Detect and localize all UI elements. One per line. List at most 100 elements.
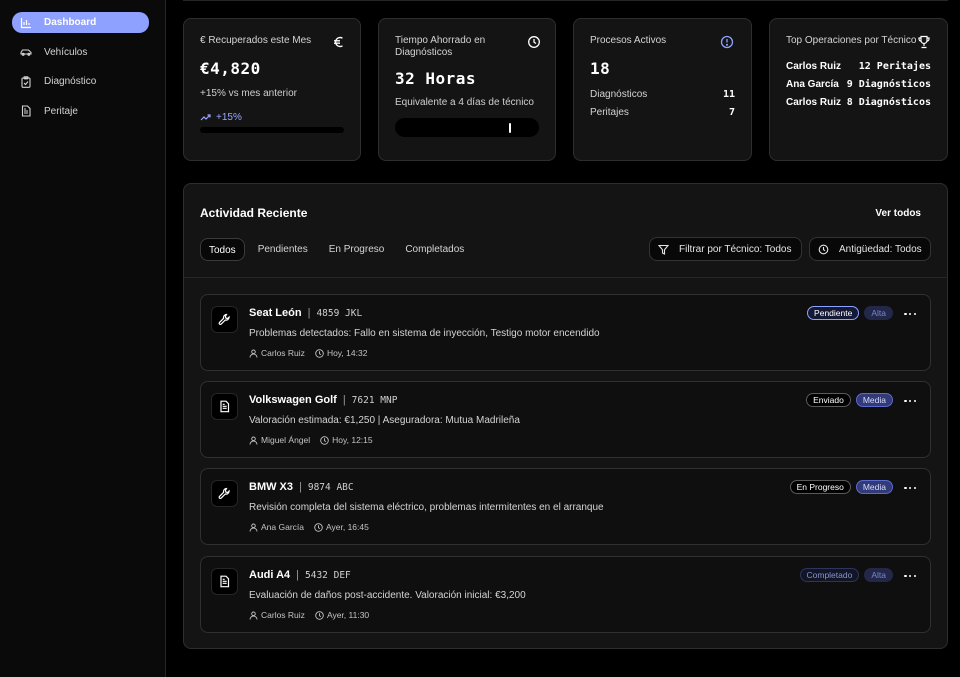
stat-title: Procesos Activos [590,35,667,46]
activity-item[interactable]: Seat León | 4859 JKL Problemas detectado… [200,294,931,371]
tab-todos[interactable]: Todos [200,238,245,261]
filter-icon [658,244,669,255]
technician-name: Ana García [261,522,304,532]
filter-label: Filtrar por Técnico: Todos [679,243,792,255]
main-content: € Recuperados este Mes €4,820 +15% vs me… [167,0,960,677]
sidebar-item-peritaje[interactable]: Peritaje [12,101,149,122]
license-plate: 7621 MNP [351,394,398,406]
stat-sub: +15% vs mes anterior [200,88,297,99]
clock-icon [315,348,324,358]
more-options-icon[interactable] [904,309,916,319]
more-options-icon[interactable] [904,571,916,581]
technician: Carlos Ruiz [249,348,305,358]
activity-divider [184,277,947,278]
license-plate: 9874 ABC [307,481,354,493]
item-description: Problemas detectados: Fallo en sistema d… [249,328,600,339]
top-row: Ana García 9 Diagnósticos [786,79,931,90]
bar-chart-icon [20,17,31,28]
sidebar: Dashboard Vehículos Diagnóstico Peritaje [0,0,166,677]
trend-indicator: +15% [200,112,344,123]
item-description: Evaluación de daños post-accidente. Valo… [249,590,526,601]
tab-en-progreso[interactable]: En Progreso [321,238,393,261]
stat-card-active: Procesos Activos 18 Diagnósticos 11 Peri… [573,18,752,161]
priority-badge: Media [855,480,893,494]
separator: | [296,569,300,581]
stat-sub: Equivalente a 4 días de técnico [395,97,534,108]
timestamp-text: Hoy, 12:15 [332,435,373,445]
item-icon-box [211,306,238,333]
kv-label: Peritajes [590,107,629,118]
activity-item[interactable]: BMW X3 | 9874 ABC Revisión completa del … [200,468,931,545]
sidebar-item-label: Peritaje [44,105,78,117]
stat-card-time-saved: Tiempo Ahorrado en Diagnósticos 32 Horas… [378,18,556,161]
status-badge: En Progreso [789,480,851,494]
sidebar-item-dashboard[interactable]: Dashboard [12,12,149,33]
technician-name: Carlos Ruiz [261,610,305,620]
status-badge: Completado [799,568,860,582]
document-icon [21,105,31,117]
vehicle-name: Audi A4 [249,569,291,581]
user-icon [249,349,258,358]
technician: Ana García [249,522,304,532]
timestamp-text: Ayer, 11:30 [326,610,370,620]
status-badge: Enviado [806,393,851,407]
status-badge: Pendiente [807,306,860,320]
priority-badge: Media [855,393,893,407]
tab-completados[interactable]: Completados [397,238,472,261]
item-icon-box [211,568,238,595]
tab-pendientes[interactable]: Pendientes [250,238,316,261]
trend-up-icon [200,114,211,121]
user-icon [249,611,258,620]
time-slider[interactable] [395,118,539,137]
item-icon-box [211,480,238,507]
item-meta: Carlos Ruiz Ayer, 11:30 [249,610,379,620]
separator: | [342,394,346,406]
filter-technician-button[interactable]: Filtrar por Técnico: Todos [649,237,802,261]
timestamp: Ayer, 11:30 [315,610,369,620]
wrench-icon [218,487,230,500]
tech-count: 8 Diagnósticos [846,97,931,108]
item-icon-box [211,393,238,420]
separator: | [299,481,302,493]
tech-name: Carlos Ruiz [786,97,842,108]
timestamp-text: Ayer, 16:45 [326,522,369,532]
item-header: BMW X3 | 9874 ABC [249,481,354,493]
item-header: Volkswagen Golf | 7621 MNP [249,394,397,406]
sidebar-item-diagnostico[interactable]: Diagnóstico [12,71,149,92]
stat-card-recovered: € Recuperados este Mes €4,820 +15% vs me… [183,18,361,161]
clock-icon [314,522,323,532]
vehicle-name: BMW X3 [249,481,293,493]
trend-label: +15% [216,112,242,123]
filter-age-button[interactable]: Antigüedad: Todos [809,237,931,261]
stat-title: € Recuperados este Mes [200,35,312,46]
item-description: Revisión completa del sistema eléctrico,… [249,502,604,513]
activity-tabs: Todos Pendientes En Progreso Completados [200,238,477,261]
view-all-link[interactable]: Ver todos [875,208,921,219]
kv-row: Diagnósticos 11 [590,89,735,100]
tech-count: 12 Peritajes [858,61,931,72]
user-icon [249,436,258,445]
top-list: Carlos Ruiz 12 Peritajes Ana García 9 Di… [786,61,931,108]
more-options-icon[interactable] [904,396,916,406]
clock-icon [315,610,324,620]
wrench-icon [218,313,230,326]
item-meta: Carlos Ruiz Hoy, 14:32 [249,348,377,358]
activity-item[interactable]: Volkswagen Golf | 7621 MNP Valoración es… [200,381,931,458]
technician: Carlos Ruiz [249,610,305,620]
euro-icon [334,36,343,48]
top-row: Carlos Ruiz 8 Diagnósticos [786,97,931,108]
kv-label: Diagnósticos [590,89,648,100]
separator: | [307,307,311,319]
priority-badge: Alta [864,306,893,320]
item-description: Valoración estimada: €1,250 | Asegurador… [249,415,520,426]
user-icon [249,523,258,532]
top-row: Carlos Ruiz 12 Peritajes [786,61,931,72]
badges: Completado Alta [795,568,893,582]
activity-panel: Actividad Reciente Ver todos Todos Pendi… [183,183,948,649]
more-options-icon[interactable] [904,483,916,493]
stat-title: Top Operaciones por Técnico [786,35,917,46]
activity-item[interactable]: Audi A4 | 5432 DEF Evaluación de daños p… [200,556,931,633]
sidebar-item-vehiculos[interactable]: Vehículos [12,42,149,63]
slider-handle[interactable] [508,123,511,133]
sidebar-item-label: Diagnóstico [44,76,97,87]
